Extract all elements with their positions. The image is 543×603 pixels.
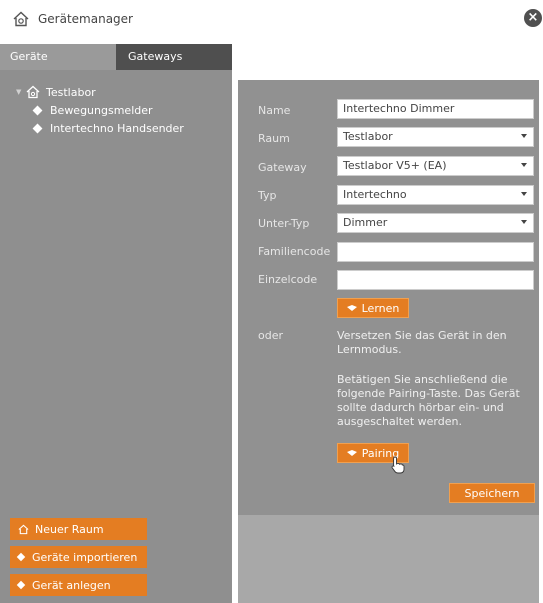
panel-footer-area (238, 515, 539, 603)
name-input[interactable]: Intertechno Dimmer (337, 99, 534, 119)
import-devices-label: Geräte importieren (32, 550, 138, 564)
subtype-select[interactable]: Dimmer (337, 213, 534, 233)
tab-geraete[interactable]: Geräte (0, 44, 116, 70)
tree-item-label: Intertechno Handsender (50, 121, 184, 135)
type-label: Typ (258, 189, 277, 202)
signal-icon (346, 305, 357, 311)
close-icon[interactable]: × (524, 9, 542, 27)
save-button[interactable]: Speichern (449, 483, 535, 503)
gateway-select[interactable]: Testlabor V5+ (EA) (337, 156, 534, 176)
chevron-down-icon (521, 163, 527, 167)
room-select[interactable]: Testlabor (337, 127, 534, 147)
tree-item-intertechno-handsender[interactable]: Intertechno Handsender (32, 120, 184, 136)
house-icon (26, 85, 40, 99)
import-devices-button[interactable]: Geräte importieren (10, 546, 147, 568)
subtype-select-value: Dimmer (343, 216, 388, 229)
tree-item-testlabor[interactable]: ▼ Testlabor (16, 84, 96, 100)
window-title: Gerätemanager (38, 12, 133, 26)
house-icon (18, 524, 29, 534)
single-code-input[interactable] (337, 270, 534, 290)
type-select[interactable]: Intertechno (337, 185, 534, 205)
device-form: Name Intertechno Dimmer Raum Testlabor G… (238, 80, 539, 515)
create-device-button[interactable]: Gerät anlegen (10, 574, 147, 596)
device-icon (32, 123, 43, 133)
family-code-input[interactable] (337, 242, 534, 262)
device-icon (16, 580, 26, 590)
hand-cursor-icon (391, 456, 405, 474)
title-bar: Gerätemanager × (0, 0, 543, 40)
gateway-label: Gateway (258, 161, 307, 174)
learn-button-label: Lernen (361, 301, 400, 315)
new-room-button[interactable]: Neuer Raum (10, 518, 147, 540)
device-icon (16, 552, 26, 562)
chevron-down-icon (521, 220, 527, 224)
learn-button[interactable]: Lernen (337, 298, 409, 318)
tree-item-label: Testlabor (46, 85, 96, 99)
learn-hint: Versetzen Sie das Gerät in den Lernmodus… (337, 329, 507, 356)
device-detail-panel: Name Intertechno Dimmer Raum Testlabor G… (232, 70, 543, 603)
pairing-hint: Betätigen Sie anschließend die folgende … (337, 373, 520, 428)
tree-item-bewegungsmelder[interactable]: Bewegungsmelder (32, 102, 153, 118)
room-label: Raum (258, 132, 290, 145)
or-label: oder (258, 329, 284, 342)
create-device-label: Gerät anlegen (32, 578, 111, 592)
house-gear-icon (13, 11, 29, 27)
room-select-value: Testlabor (343, 130, 393, 143)
tab-gateways[interactable]: Gateways (116, 44, 232, 70)
collapse-arrow-icon[interactable]: ▼ (16, 88, 26, 96)
gateway-select-value: Testlabor V5+ (EA) (343, 159, 447, 172)
single-code-label: Einzelcode (258, 273, 318, 286)
device-tree-panel: ▼ Testlabor Bewegungsmelder Intertechno … (0, 70, 232, 603)
signal-icon (346, 450, 357, 456)
chevron-down-icon (521, 192, 527, 196)
type-select-value: Intertechno (343, 188, 407, 201)
subtype-label: Unter-Typ (258, 217, 310, 230)
family-code-label: Familiencode (258, 245, 331, 258)
tab-bar: Geräte Gateways (0, 44, 232, 70)
new-room-label: Neuer Raum (35, 522, 104, 536)
tree-item-label: Bewegungsmelder (50, 103, 153, 117)
chevron-down-icon (521, 134, 527, 138)
device-icon (32, 105, 43, 115)
name-label: Name (258, 104, 291, 117)
